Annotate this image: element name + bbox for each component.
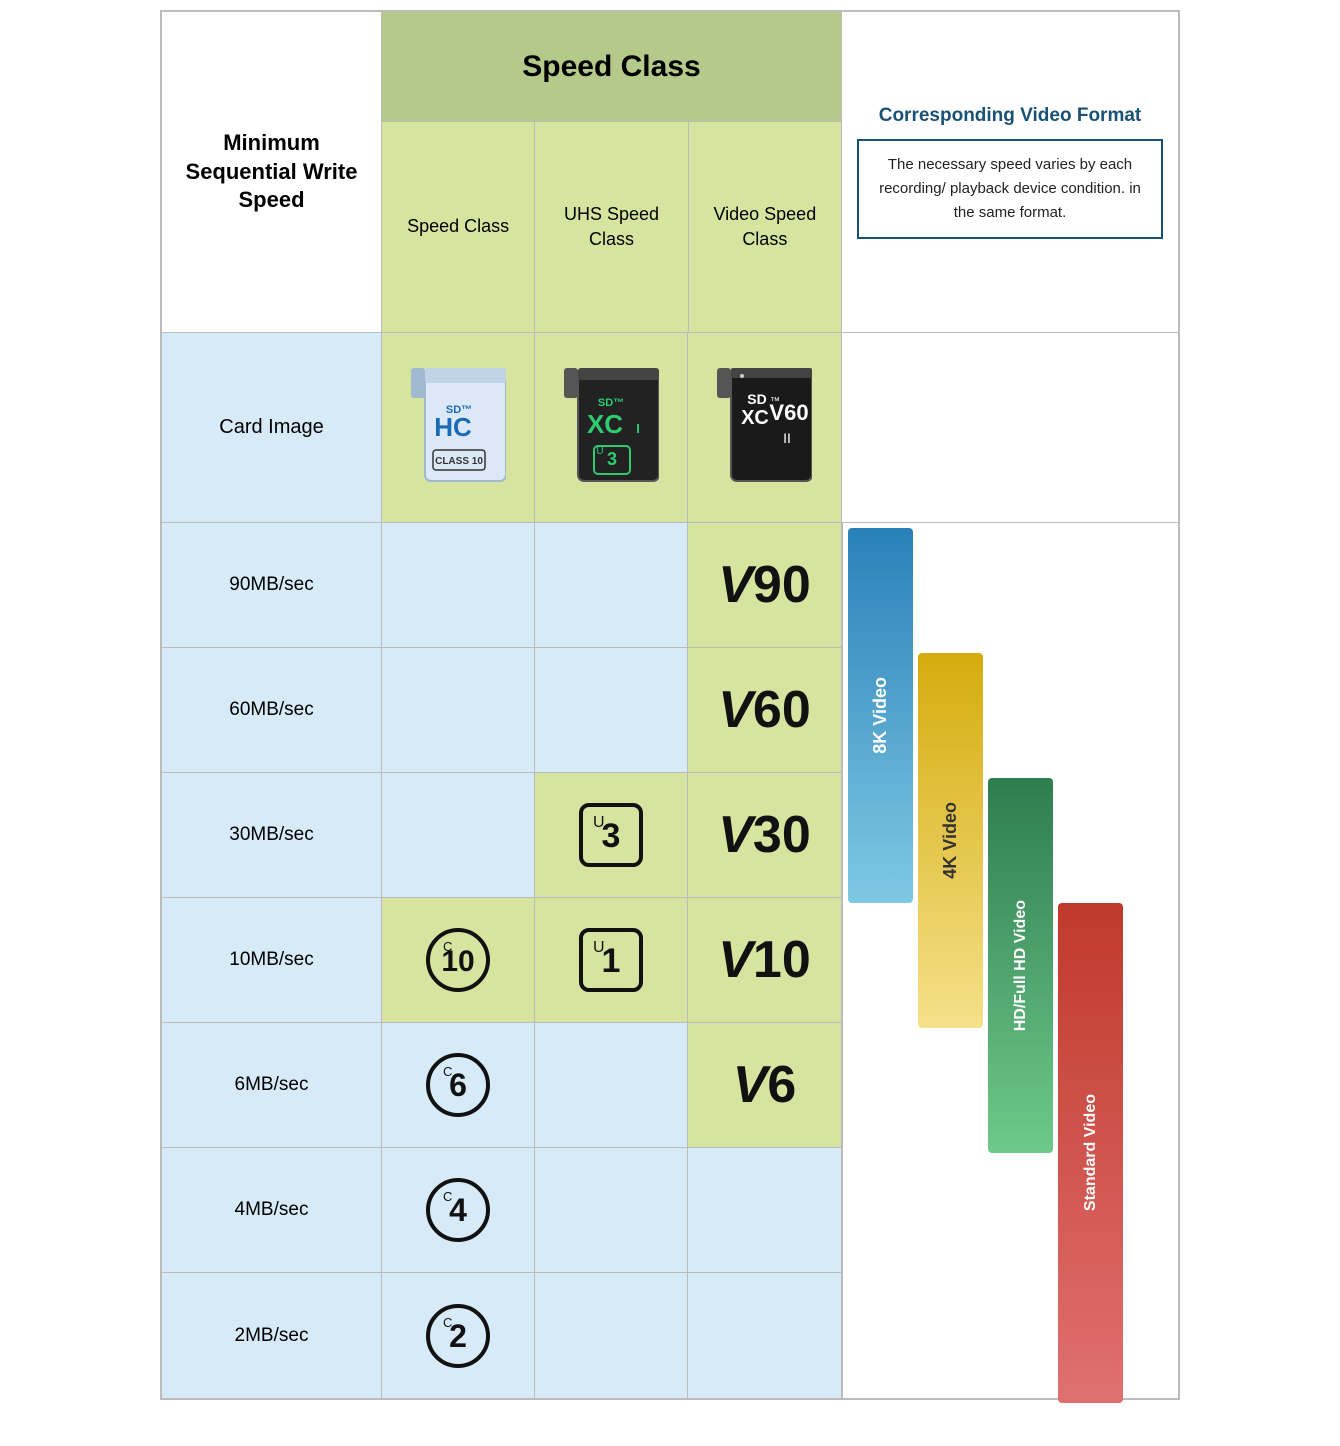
bar-8k-video: 8K Video (848, 528, 913, 903)
sc-2: 2 C (382, 1273, 535, 1398)
sc-30 (382, 773, 535, 897)
bar-std-label: Standard Video (1082, 1094, 1100, 1211)
speed-30: 30MB/sec (162, 773, 382, 897)
min-write-header: Minimum Sequential Write Speed (162, 12, 382, 332)
v10-symbol: V10 (718, 930, 811, 990)
vsc-6: V6 (688, 1023, 842, 1147)
svg-text:SD: SD (747, 391, 766, 407)
corresponding-title: Corresponding Video Format (879, 105, 1142, 127)
bar-hd-label: HD/Full HD Video (1012, 900, 1030, 1031)
sub-uhs-speed-class: UHS Speed Class (535, 122, 688, 332)
v90-symbol: V90 (718, 555, 811, 615)
uhs-2 (535, 1273, 688, 1398)
uhs-4 (535, 1148, 688, 1272)
corresponding-video-format: Corresponding Video Format The necessary… (842, 12, 1178, 332)
svg-text:3: 3 (606, 449, 616, 469)
card-image-row: Card Image SD™ HC CLASS 10 (162, 333, 1178, 523)
vsc-90: V90 (688, 523, 842, 647)
main-container: Minimum Sequential Write Speed Speed Cla… (160, 10, 1180, 1400)
min-write-label: Minimum Sequential Write Speed (177, 129, 366, 215)
sdxc-card-cell: SD™ XC I 3 U (535, 333, 688, 522)
svg-text:I: I (636, 421, 640, 436)
sc-10: 10 C (382, 898, 535, 1022)
header-section: Minimum Sequential Write Speed Speed Cla… (162, 12, 1178, 333)
sc-90 (382, 523, 535, 647)
svg-text:SD™: SD™ (597, 397, 623, 409)
svg-text:V60: V60 (769, 400, 808, 425)
bar-8k-label: 8K Video (870, 677, 891, 754)
bar-4k-video: 4K Video (918, 653, 983, 1028)
v30-symbol: V30 (718, 805, 811, 865)
svg-text:C: C (443, 939, 452, 954)
v60-symbol: V60 (718, 680, 811, 740)
svg-text:XC: XC (741, 407, 769, 429)
uhs-90 (535, 523, 688, 647)
corresponding-desc-box: The necessary speed varies by each recor… (857, 139, 1163, 239)
left-cols: 90MB/sec V90 60MB/sec V60 (162, 523, 842, 1398)
svg-text:C: C (443, 1315, 452, 1330)
speed-2: 2MB/sec (162, 1273, 382, 1398)
sdxc-v60-card: SD ™ XC V60 II (717, 368, 812, 488)
vsc-30: V30 (688, 773, 842, 897)
svg-text:U: U (593, 814, 605, 831)
card-image-label: Card Image (219, 416, 324, 439)
sc-4: 4 C (382, 1148, 535, 1272)
speed-10: 10MB/sec (162, 898, 382, 1022)
uhs-60 (535, 648, 688, 772)
svg-text:XC: XC (586, 409, 622, 439)
svg-text:C: C (443, 1189, 452, 1204)
svg-text:U: U (596, 446, 603, 457)
row-6: 6MB/sec 6 C V6 (162, 1023, 842, 1148)
bar-4k-label: 4K Video (940, 802, 961, 879)
speed-90: 90MB/sec (162, 523, 382, 647)
right-empty-card (842, 333, 1178, 522)
speed-4: 4MB/sec (162, 1148, 382, 1272)
svg-text:CLASS 10: CLASS 10 (435, 456, 483, 467)
vsc-60: V60 (688, 648, 842, 772)
uhs-6 (535, 1023, 688, 1147)
svg-text:II: II (783, 430, 791, 446)
row-90: 90MB/sec V90 (162, 523, 842, 648)
uhs-30: 3 U (535, 773, 688, 897)
svg-text:HC: HC (434, 412, 472, 442)
row-30: 30MB/sec 3 U V30 (162, 773, 842, 898)
corresponding-desc: The necessary speed varies by each recor… (879, 156, 1141, 221)
vsc-4 (688, 1148, 842, 1272)
bar-hd-video: HD/Full HD Video (988, 778, 1053, 1153)
v6-symbol: V6 (733, 1055, 797, 1115)
video-format-bars: 8K Video 4K Video HD/Full HD Video Stand… (842, 523, 1178, 1398)
card-image-label-cell: Card Image (162, 333, 382, 522)
vsc-10: V10 (688, 898, 842, 1022)
row-60: 60MB/sec V60 (162, 648, 842, 773)
sdxc-v60-card-cell: SD ™ XC V60 II (688, 333, 842, 522)
speed-6: 6MB/sec (162, 1023, 382, 1147)
speed-class-title: Speed Class (382, 12, 841, 122)
sub-speed-class: Speed Class (382, 122, 535, 332)
speed-class-group: Speed Class Speed Class UHS Speed Class … (382, 12, 842, 332)
vsc-2 (688, 1273, 842, 1398)
sdhc-card-cell: SD™ HC CLASS 10 (382, 333, 535, 522)
sdhc-card: SD™ HC CLASS 10 (411, 368, 506, 488)
svg-text:C: C (443, 1064, 452, 1079)
sub-headers: Speed Class UHS Speed Class Video Speed … (382, 122, 841, 332)
sc-60 (382, 648, 535, 772)
svg-text:U: U (593, 939, 605, 956)
uhs-10: 1 U (535, 898, 688, 1022)
sdxc-card: SD™ XC I 3 U (564, 368, 659, 488)
sc-6: 6 C (382, 1023, 535, 1147)
row-10: 10MB/sec 10 C 1 U (162, 898, 842, 1023)
row-4: 4MB/sec 4 C (162, 1148, 842, 1273)
speed-60: 60MB/sec (162, 648, 382, 772)
data-rows-container: 90MB/sec V90 60MB/sec V60 (162, 523, 1178, 1398)
row-2: 2MB/sec 2 C (162, 1273, 842, 1398)
bar-std-video: Standard Video (1058, 903, 1123, 1403)
sub-video-speed-class: Video Speed Class (689, 122, 841, 332)
